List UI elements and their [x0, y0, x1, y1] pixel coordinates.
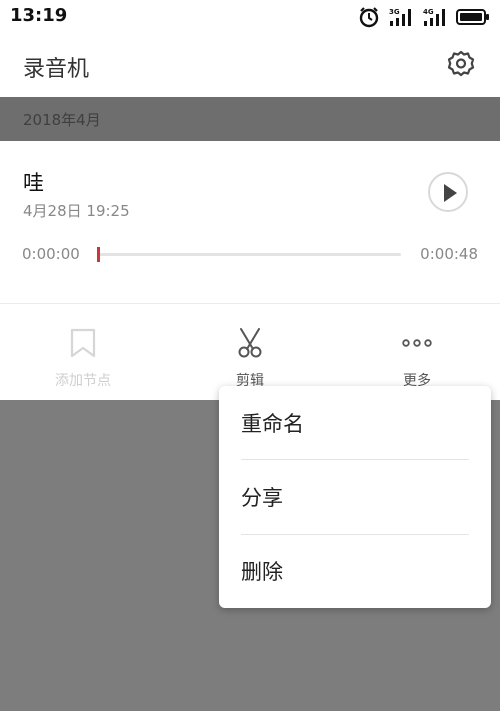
- recording-date: 4月28日 19:25: [23, 202, 130, 220]
- group-title: 2018年4月: [23, 111, 101, 129]
- signal-3g-icon: 3G: [389, 8, 411, 26]
- status-icons: 3G 4G: [358, 6, 490, 28]
- app-title: 录音机: [23, 57, 90, 82]
- network-label-4g: 4G: [423, 8, 434, 16]
- menu-item-label: 分享: [241, 486, 283, 510]
- trim-button[interactable]: 剪辑: [190, 326, 310, 390]
- more-dots-icon: [402, 339, 432, 347]
- progress-handle[interactable]: [97, 247, 100, 262]
- menu-item-label: 删除: [241, 560, 283, 584]
- group-header: 2018年4月: [0, 97, 500, 141]
- recording-card[interactable]: 哇 4月28日 19:25 0:00:00 0:00:48: [0, 141, 500, 303]
- add-marker-label: 添加节点: [55, 373, 111, 389]
- play-icon: [444, 184, 457, 202]
- more-popup-menu: 重命名 分享 删除: [219, 386, 491, 608]
- status-bar: 13:19 3G 4G: [0, 0, 500, 32]
- menu-item-label: 重命名: [241, 412, 304, 436]
- progress-track[interactable]: [97, 253, 401, 256]
- status-time: 13:19: [10, 5, 68, 26]
- more-button[interactable]: 更多: [357, 326, 477, 390]
- bookmark-icon: [70, 328, 96, 358]
- recording-title: 哇: [23, 171, 44, 195]
- current-time: 0:00:00: [22, 245, 80, 263]
- scissors-icon: [238, 328, 262, 358]
- menu-item-delete[interactable]: 删除: [219, 534, 491, 608]
- signal-4g-icon: 4G: [423, 8, 445, 26]
- gear-icon: [447, 50, 475, 77]
- alarm-clock-icon: [359, 7, 379, 28]
- play-button[interactable]: [428, 172, 468, 212]
- menu-item-share[interactable]: 分享: [219, 460, 491, 534]
- total-time: 0:00:48: [420, 245, 478, 263]
- settings-button[interactable]: [446, 49, 476, 79]
- battery-icon: [456, 9, 489, 25]
- add-marker-button[interactable]: 添加节点: [23, 326, 143, 390]
- network-label-3g: 3G: [389, 8, 400, 16]
- menu-item-rename[interactable]: 重命名: [219, 386, 491, 460]
- app-bar: 录音机: [0, 32, 500, 97]
